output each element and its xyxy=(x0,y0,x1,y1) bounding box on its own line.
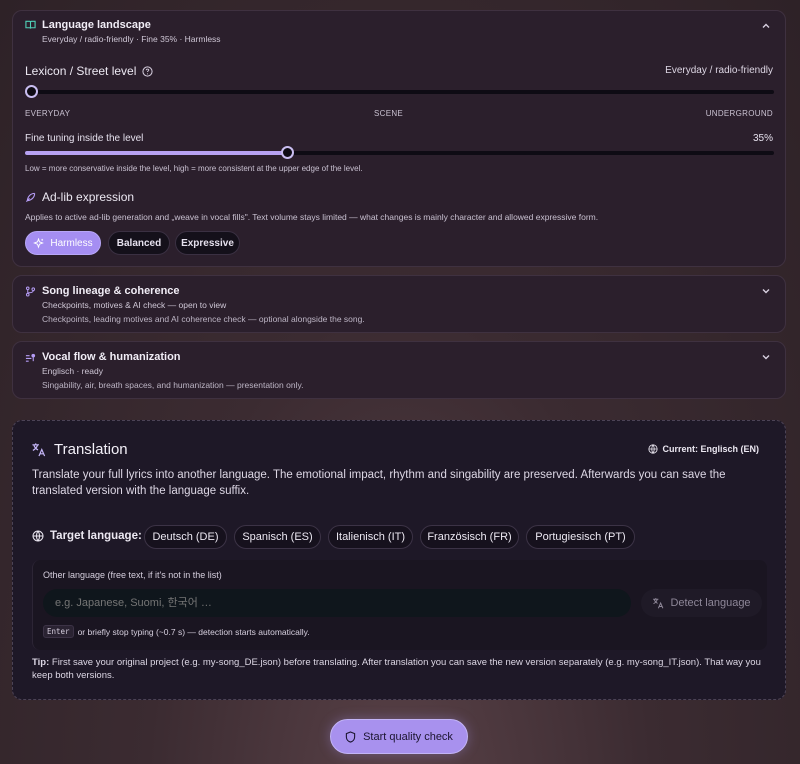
chevron-down-icon[interactable] xyxy=(761,286,771,299)
fine-slider-fill xyxy=(25,151,288,155)
vocal-flow-description: Singability, air, breath spaces, and hum… xyxy=(42,380,304,390)
enter-hint: Enter or briefly stop typing (~0.7 s) — … xyxy=(43,625,310,638)
translation-title: Translation xyxy=(31,441,128,458)
tip-body: First save your original project (e.g. m… xyxy=(32,657,761,681)
fine-tuning-hint: Low = more conservative inside the level… xyxy=(25,164,363,173)
globe-icon xyxy=(32,530,44,542)
translation-panel: Translation Current: Englisch (EN) Trans… xyxy=(12,420,786,700)
adlib-title-text: Ad-lib expression xyxy=(42,190,135,204)
adlib-option-balanced-label: Balanced xyxy=(116,237,162,249)
lexicon-value: Everyday / radio-friendly xyxy=(665,65,773,76)
adlib-option-expressive[interactable]: Expressive xyxy=(175,231,240,255)
translate-icon xyxy=(32,443,46,457)
fine-tuning-value: 35% xyxy=(752,133,773,144)
fine-tuning-label: Fine tuning inside the level xyxy=(25,133,144,144)
song-lineage-title: Song lineage & coherence xyxy=(42,285,180,297)
target-language-label: Target language: xyxy=(32,530,142,542)
language-landscape-summary: Everyday / radio-friendly · Fine 35% · H… xyxy=(42,34,221,44)
language-landscape-panel: Language landscape Everyday / radio-frie… xyxy=(12,10,786,267)
fine-slider-knob[interactable] xyxy=(280,146,294,159)
vocal-flow-status: Englisch · ready xyxy=(42,366,103,376)
shield-icon xyxy=(345,730,356,743)
adlib-option-expressive-label: Expressive xyxy=(181,237,234,249)
tip-text: Tip: First save your original project (e… xyxy=(32,656,777,682)
language-landscape-title: Language landscape xyxy=(42,19,151,31)
current-language-badge: Current: Englisch (EN) xyxy=(648,444,759,454)
song-lineage-description: Checkpoints, leading motives and AI cohe… xyxy=(42,314,365,324)
language-chip-pt[interactable]: Portugiesisch (PT) xyxy=(526,525,635,549)
chevron-down-icon[interactable] xyxy=(761,352,771,365)
enter-key: Enter xyxy=(43,625,74,638)
other-language-section: Other language (free text, if it's not i… xyxy=(32,560,767,650)
feather-icon xyxy=(25,192,36,202)
other-language-input[interactable] xyxy=(43,589,631,617)
adlib-option-harmless[interactable]: Harmless xyxy=(25,231,101,255)
adlib-option-harmless-label: Harmless xyxy=(50,237,93,249)
song-lineage-panel[interactable]: Song lineage & coherence Checkpoints, mo… xyxy=(12,275,786,333)
sparkle-icon xyxy=(33,237,45,249)
start-quality-check-label: Start quality check xyxy=(363,730,453,743)
current-language-text: Current: Englisch (EN) xyxy=(662,444,759,454)
git-branch-icon xyxy=(25,286,36,296)
detect-language-button[interactable]: Detect language xyxy=(641,589,762,617)
song-lineage-header: Song lineage & coherence Checkpoints, mo… xyxy=(25,285,365,324)
lexicon-label-text: Lexicon / Street level xyxy=(25,64,137,78)
lexicon-label: Lexicon / Street level xyxy=(25,64,153,78)
book-icon xyxy=(25,20,36,29)
scale-label-everyday: EVERYDAY xyxy=(25,109,71,118)
adlib-description: Applies to active ad-lib generation and … xyxy=(25,212,599,222)
vocal-flow-title: Vocal flow & humanization xyxy=(42,351,181,363)
start-quality-check-button[interactable]: Start quality check xyxy=(330,719,468,754)
song-lineage-status: Checkpoints, motives & AI check — open t… xyxy=(42,300,227,310)
lexicon-slider-knob[interactable] xyxy=(25,85,38,98)
scale-label-underground: UNDERGROUND xyxy=(705,109,773,118)
other-language-label: Other language (free text, if it's not i… xyxy=(43,570,222,580)
enter-hint-text: or briefly stop typing (~0.7 s) — detect… xyxy=(77,626,310,637)
help-icon[interactable] xyxy=(142,65,153,77)
adlib-option-balanced[interactable]: Balanced xyxy=(108,231,170,255)
waveform-icon xyxy=(25,353,36,362)
lexicon-slider-track[interactable] xyxy=(25,90,774,94)
tip-label: Tip: xyxy=(32,657,50,668)
translate-icon xyxy=(653,598,664,609)
chevron-up-icon[interactable] xyxy=(761,21,771,34)
detect-language-label: Detect language xyxy=(670,597,751,609)
target-language-label-text: Target language: xyxy=(50,530,142,542)
vocal-flow-panel[interactable]: Vocal flow & humanization Englisch · rea… xyxy=(12,341,786,399)
language-chip-fr[interactable]: Französisch (FR) xyxy=(420,525,519,549)
language-chip-es[interactable]: Spanisch (ES) xyxy=(234,525,321,549)
language-chip-it[interactable]: Italienisch (IT) xyxy=(328,525,413,549)
globe-icon xyxy=(648,444,659,454)
translation-title-text: Translation xyxy=(54,441,128,458)
language-landscape-header[interactable]: Language landscape Everyday / radio-frie… xyxy=(25,19,221,44)
vocal-flow-header: Vocal flow & humanization Englisch · rea… xyxy=(25,351,303,390)
adlib-title: Ad-lib expression xyxy=(25,190,134,204)
language-chip-de[interactable]: Deutsch (DE) xyxy=(144,525,227,549)
translation-description: Translate your full lyrics into another … xyxy=(32,469,726,497)
scale-label-scene: SCENE xyxy=(374,109,404,118)
